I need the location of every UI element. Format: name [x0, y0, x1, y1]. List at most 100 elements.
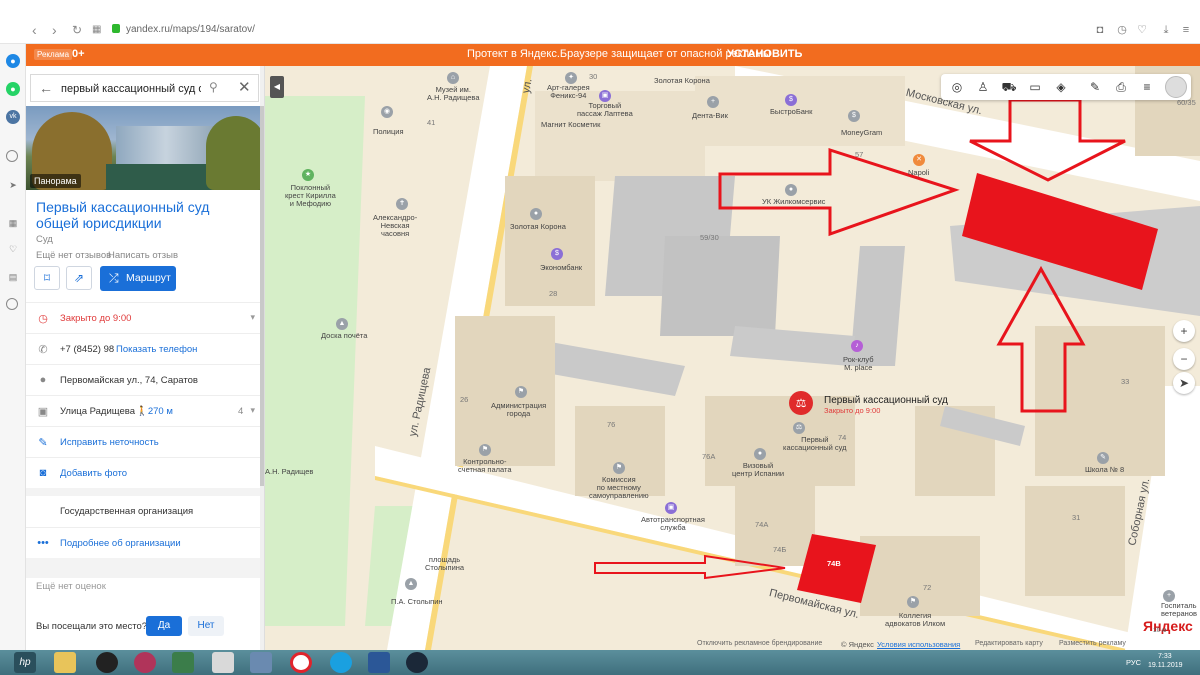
office-icon[interactable]: ●	[754, 448, 766, 460]
skype-icon[interactable]	[330, 652, 352, 673]
menu-icon[interactable]: ≡	[1180, 24, 1192, 36]
board-icon[interactable]: ▲	[336, 318, 348, 330]
show-phone-link[interactable]: Показать телефон	[116, 344, 197, 355]
museum-icon[interactable]: ⌂	[447, 72, 459, 84]
media-player-icon[interactable]	[96, 652, 118, 673]
share-button[interactable]: ⇗	[66, 266, 92, 290]
office-icon[interactable]: ●	[785, 184, 797, 196]
traffic-icon[interactable]: ⛟	[1001, 79, 1017, 95]
heart-icon[interactable]: ♡	[6, 242, 20, 256]
history-icon[interactable]	[6, 298, 18, 310]
school-icon[interactable]: ✎	[1097, 452, 1109, 464]
more-about-row[interactable]: ••• Подробнее об организации	[26, 527, 264, 558]
explorer-icon[interactable]	[54, 652, 76, 673]
write-review-link[interactable]: Написать отзыв	[108, 250, 178, 261]
tabs-grid-icon[interactable]: ▦	[92, 22, 101, 38]
zoom-out-button[interactable]: −	[1173, 348, 1195, 370]
camera-app-icon[interactable]	[134, 652, 156, 673]
panorama-person-icon[interactable]: ♙	[975, 79, 991, 95]
collections-icon[interactable]: ◷	[1116, 24, 1128, 36]
disable-branding-link[interactable]: Отключить рекламное брендирование	[697, 640, 822, 647]
clock-date[interactable]: 19.11.2019	[1148, 662, 1183, 669]
locate-me-icon[interactable]: ➤	[1173, 372, 1195, 394]
messenger-icon[interactable]: ●	[6, 54, 20, 68]
ad-banner[interactable]: Реклама 0+ Протект в Яндекс.Браузере защ…	[26, 44, 1200, 66]
ruler-icon[interactable]: ✎	[1087, 79, 1103, 95]
bank-icon[interactable]: $	[848, 110, 860, 122]
government-icon[interactable]: ⚑	[613, 462, 625, 474]
monument-icon[interactable]: ▲	[405, 578, 417, 590]
route-button[interactable]: ⤮ Маршрут	[100, 266, 176, 291]
edit-map-link[interactable]: Редактировать карту	[975, 640, 1043, 647]
map-type-icon[interactable]: ◈	[1053, 79, 1069, 95]
search-icon[interactable]: ⚲	[209, 80, 218, 94]
transport-icon[interactable]: ▣	[665, 502, 677, 514]
scrollbar-thumb[interactable]	[260, 106, 264, 486]
language-indicator[interactable]: РУС	[1126, 658, 1141, 667]
collapse-panel-button[interactable]: ◀	[270, 76, 284, 98]
panorama-photo[interactable]: Панорама	[26, 106, 264, 190]
fix-row[interactable]: ✎ Исправить неточность	[26, 426, 264, 457]
zoom-in-button[interactable]: +	[1173, 320, 1195, 342]
bank-icon[interactable]: $	[785, 94, 797, 106]
back-icon[interactable]: ‹	[32, 22, 37, 38]
address-bar[interactable]: yandex.ru/maps/194/saratov/	[126, 24, 255, 35]
close-icon[interactable]: ✕	[238, 78, 251, 96]
search-input[interactable]: первый кассационный суд общей	[61, 83, 201, 95]
transit-icon[interactable]: ▭	[1027, 79, 1043, 95]
photo-row[interactable]: ◙ Добавить фото	[26, 457, 264, 488]
monument-icon[interactable]: ★	[302, 169, 314, 181]
restaurant-icon[interactable]: ✕	[913, 154, 925, 166]
yes-button[interactable]: Да	[146, 616, 182, 636]
government-icon[interactable]: ⚑	[515, 386, 527, 398]
whatsapp-icon[interactable]: ●	[6, 82, 20, 96]
law-icon[interactable]: ⚑	[907, 596, 919, 608]
terms-link[interactable]: Условия использования	[877, 640, 960, 649]
sound-icon[interactable]	[250, 652, 272, 673]
pin-title[interactable]: Первый кассационный суд	[824, 395, 948, 406]
clock-time[interactable]: 7:33	[1158, 652, 1172, 661]
search-box[interactable]: ← первый кассационный суд общей ⚲ ✕	[30, 74, 259, 102]
send-icon[interactable]: ➤	[6, 178, 20, 192]
user-avatar[interactable]	[1165, 76, 1187, 98]
search-icon[interactable]	[6, 150, 18, 162]
court-pin-icon[interactable]: ⚖	[789, 391, 813, 415]
forward-icon[interactable]: ›	[52, 22, 57, 38]
music-icon[interactable]: ♪	[851, 340, 863, 352]
add-photo-link[interactable]: Добавить фото	[60, 468, 127, 479]
reload-icon[interactable]: ↻	[72, 22, 82, 38]
map-canvas[interactable]: ◀ ул. Радищева ул. Московская ул. Первом…	[265, 66, 1200, 650]
police-icon[interactable]: ◉	[381, 106, 393, 118]
print-icon[interactable]: ⎙	[1113, 79, 1129, 95]
place-ad-link[interactable]: Разместить рекламу	[1059, 640, 1126, 647]
more-about-link[interactable]: Подробнее об организации	[60, 538, 181, 549]
video-icon[interactable]	[172, 652, 194, 673]
bookmark-button[interactable]: ⌑	[34, 266, 60, 290]
no-button[interactable]: Нет	[188, 616, 224, 636]
court-icon[interactable]: ⚖	[793, 422, 805, 434]
organization-category[interactable]: Суд	[36, 234, 53, 245]
camera-icon[interactable]: ◘	[1094, 24, 1106, 36]
panel-scrollbar[interactable]	[260, 66, 264, 650]
hp-logo-icon[interactable]: hp	[14, 652, 36, 673]
shop-icon[interactable]: ●	[530, 208, 542, 220]
vk-icon[interactable]: vk	[6, 110, 20, 124]
back-arrow-icon[interactable]: ←	[39, 80, 53, 96]
calculator-icon[interactable]	[212, 652, 234, 673]
transit-row[interactable]: ▣ Улица Радищева 🚶270 м 4 ▾	[26, 395, 264, 426]
hours-row[interactable]: ◷ Закрыто до 9:00 ▾	[26, 302, 264, 333]
download-icon[interactable]: ⤓	[1160, 24, 1172, 36]
church-icon[interactable]: ✝	[396, 198, 408, 210]
steam-icon[interactable]	[406, 652, 428, 673]
apps-icon[interactable]: ▦	[6, 216, 20, 230]
ad-install-button[interactable]: УСТАНОВИТЬ	[727, 48, 802, 60]
word-icon[interactable]	[368, 652, 390, 673]
fix-inaccuracy-link[interactable]: Исправить неточность	[60, 437, 159, 448]
layers-icon[interactable]: ◎	[949, 79, 965, 95]
clinic-icon[interactable]: +	[707, 96, 719, 108]
bank-icon[interactable]: $	[551, 248, 563, 260]
panorama-label[interactable]: Панорама	[30, 174, 81, 188]
favorite-icon[interactable]: ♡	[1136, 24, 1148, 36]
news-icon[interactable]: ▤	[6, 270, 20, 284]
government-icon[interactable]: ⚑	[479, 444, 491, 456]
